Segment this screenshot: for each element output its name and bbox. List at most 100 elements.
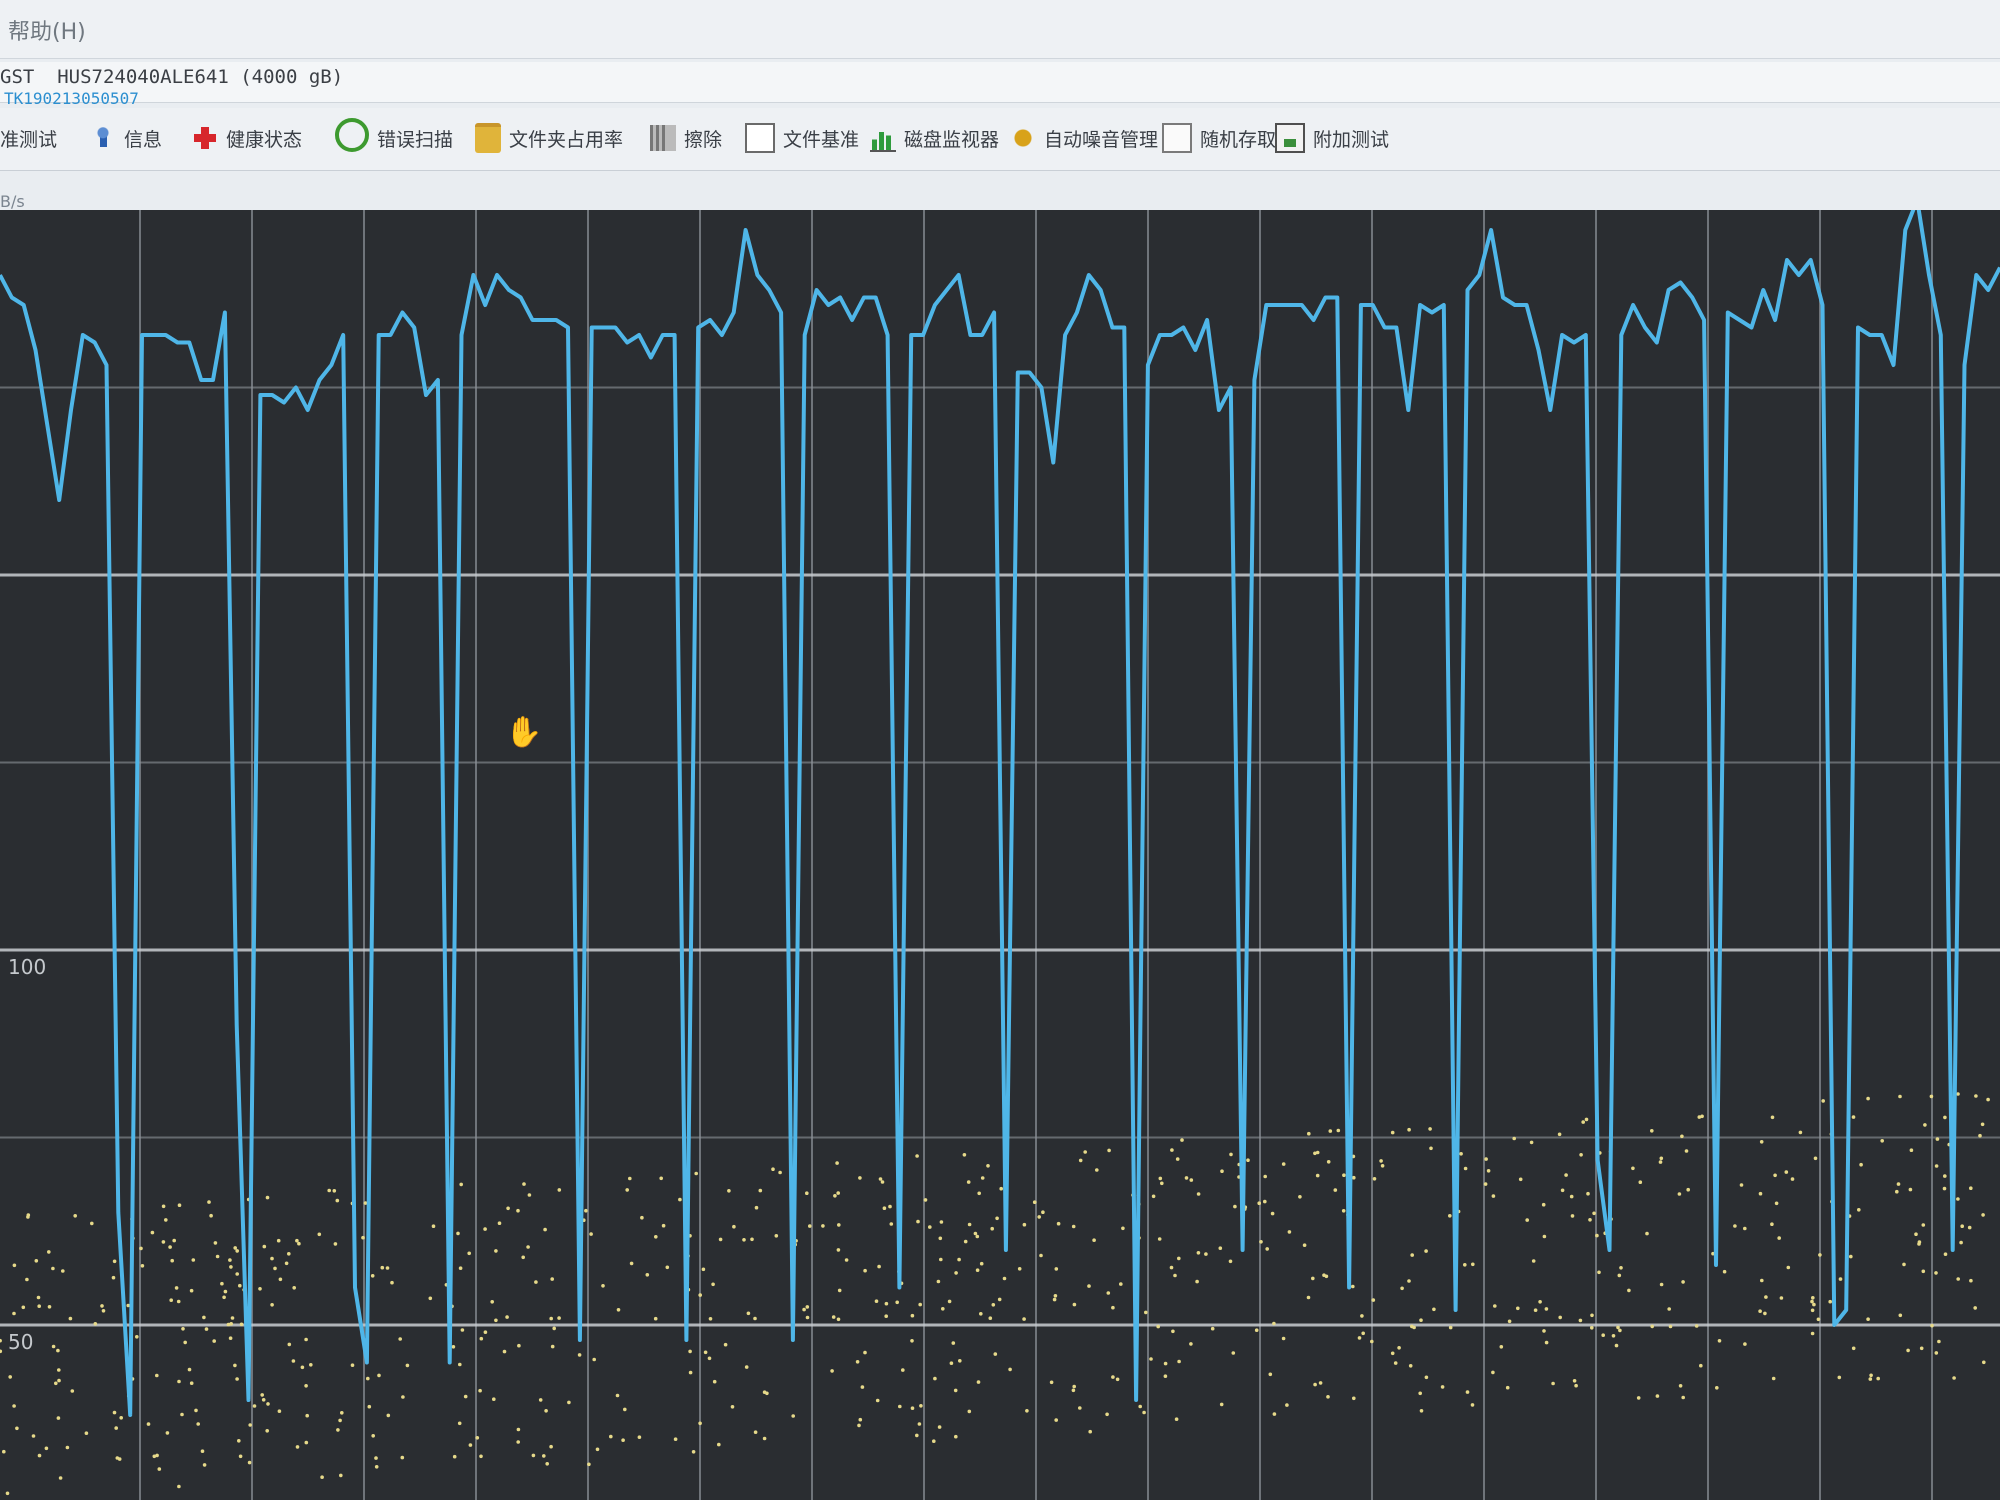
access-time-dot <box>215 1254 220 1259</box>
access-time-dot <box>1017 1267 1022 1271</box>
access-time-dot <box>1263 1199 1267 1204</box>
access-time-dot <box>1088 1429 1092 1434</box>
access-time-dot <box>1764 1295 1768 1299</box>
tab-random-access[interactable]: 随机存取 <box>1162 118 1276 158</box>
access-time-dot <box>506 1206 510 1211</box>
access-time-dot <box>557 1188 562 1192</box>
access-time-dot <box>1189 1342 1193 1346</box>
access-time-dot <box>84 1431 89 1435</box>
access-time-dot <box>1313 1382 1317 1387</box>
access-time-dot <box>771 1167 775 1171</box>
access-time-dot <box>1054 1418 1058 1422</box>
access-time-dot <box>248 1423 252 1427</box>
access-time-dot <box>1595 1233 1599 1238</box>
access-time-dot <box>958 1359 962 1363</box>
access-time-dot <box>993 1352 998 1356</box>
y-tick-label: 50 <box>8 1330 33 1354</box>
access-time-dot <box>1254 1328 1259 1332</box>
access-time-dot <box>941 1307 945 1311</box>
access-time-dot <box>910 1406 915 1410</box>
tab-error-scan-label: 错误扫描 <box>377 128 454 151</box>
tab-benchmark[interactable]: 准测试 <box>0 118 57 158</box>
transfer-rate-chart[interactable]: 100 50 ✋ <box>0 210 2000 1500</box>
access-time-dot <box>1828 1299 1832 1304</box>
access-time-dot <box>910 1339 914 1343</box>
access-time-dot <box>980 1176 985 1180</box>
access-time-dot <box>1499 1345 1504 1349</box>
tab-info[interactable]: 信息 <box>90 118 162 158</box>
access-time-dot <box>1287 1230 1292 1234</box>
access-time-dot <box>1981 1213 1985 1217</box>
access-time-dot <box>1049 1380 1054 1385</box>
access-time-dot <box>1866 1317 1870 1321</box>
access-time-dot <box>1592 1211 1596 1216</box>
access-time-dot <box>1929 1094 1934 1099</box>
access-time-dot <box>212 1339 216 1343</box>
access-time-dot <box>1448 1214 1452 1218</box>
access-time-dot <box>34 1259 39 1263</box>
tab-aam[interactable]: 自动噪音管理 <box>1010 118 1158 158</box>
access-time-dot <box>31 1434 36 1438</box>
access-time-dot <box>1980 1122 1985 1127</box>
tab-folder-usage[interactable]: 文件夹占用率 <box>475 118 623 158</box>
access-time-dot <box>1424 1249 1428 1253</box>
access-time-dot <box>919 1404 923 1408</box>
access-time-dot <box>898 1404 902 1409</box>
access-time-dot <box>1650 1129 1654 1133</box>
access-time-dot <box>521 1255 525 1260</box>
access-time-dot <box>1448 1325 1453 1330</box>
access-time-dot <box>169 1298 173 1302</box>
access-time-dot <box>1743 1226 1747 1231</box>
tab-file-benchmark[interactable]: 文件基准 <box>745 118 859 158</box>
access-time-dot <box>928 1225 932 1229</box>
access-time-dot <box>252 1404 257 1408</box>
access-time-dot <box>882 1206 887 1210</box>
access-time-dot <box>754 1205 759 1210</box>
access-time-dot <box>1943 1174 1947 1178</box>
access-time-dot <box>1486 1169 1491 1173</box>
access-time-dot <box>1908 1187 1913 1192</box>
access-time-dot <box>47 1250 51 1254</box>
access-time-dot <box>370 1274 375 1278</box>
access-time-dot <box>1818 1253 1822 1257</box>
access-time-dot <box>1163 1361 1168 1366</box>
access-time-dot <box>1529 1140 1534 1145</box>
tab-extra-tests[interactable]: 附加测试 <box>1275 118 1389 158</box>
access-time-dot <box>933 1376 937 1381</box>
access-time-dot <box>778 1170 782 1175</box>
access-time-dot <box>56 1416 61 1420</box>
health-cross-icon <box>192 125 218 151</box>
access-time-dot <box>202 1315 206 1320</box>
access-time-dot <box>57 1368 61 1372</box>
access-time-dot <box>374 1465 379 1469</box>
access-time-dot <box>1866 1096 1870 1101</box>
tab-disk-monitor[interactable]: 磁盘监视器 <box>870 118 999 158</box>
access-time-dot <box>1491 1194 1496 1198</box>
access-time-dot <box>995 1216 999 1221</box>
access-time-dot <box>1025 1409 1029 1413</box>
access-time-dot <box>1969 1278 1973 1283</box>
access-time-dot <box>694 1171 698 1176</box>
access-time-dot <box>1876 1376 1880 1381</box>
menu-help[interactable]: 帮助(H) <box>8 14 86 46</box>
access-time-dot <box>1525 1218 1529 1222</box>
tab-error-scan[interactable]: 错误扫描 <box>335 118 453 158</box>
access-time-dot <box>1601 1333 1605 1337</box>
drive-name[interactable]: GST HUS724040ALE641 (4000 gB) <box>0 66 343 88</box>
access-time-dot <box>1813 1156 1818 1161</box>
access-time-dot <box>479 1336 484 1341</box>
access-time-dot <box>1898 1094 1902 1099</box>
access-time-dot <box>1967 1225 1972 1230</box>
tab-health[interactable]: 健康状态 <box>192 118 302 158</box>
access-time-dot <box>543 1227 547 1232</box>
access-time-dot <box>1424 1375 1429 1380</box>
access-time-dot <box>1982 1360 1986 1365</box>
access-time-dot <box>623 1407 627 1412</box>
access-time-dot <box>1281 1336 1286 1341</box>
access-time-dot <box>304 1384 308 1388</box>
drive-selector[interactable]: GST HUS724040ALE641 (4000 gB) TK19021305… <box>0 62 2000 108</box>
access-time-dot <box>68 1316 73 1321</box>
tab-erase[interactable]: 擦除 <box>650 118 722 158</box>
access-time-dot <box>1087 1284 1091 1288</box>
access-time-dot <box>874 1299 879 1303</box>
